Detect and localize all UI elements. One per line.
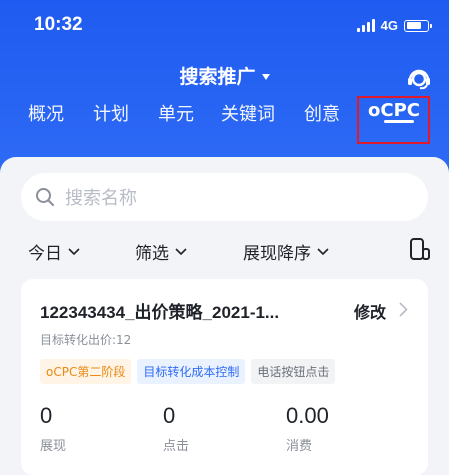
chevron-down-icon [175, 247, 187, 255]
filter-date-label: 今日 [28, 244, 62, 264]
chevron-down-icon [317, 247, 329, 255]
metric-cost: 0.00 消费 [286, 403, 329, 454]
chevron-down-icon [68, 247, 80, 255]
tag-list: oCPC第二阶段 目标转化成本控制 电话按钮点击 [40, 359, 336, 384]
metric-value: 0 [40, 403, 53, 428]
edit-button[interactable]: 修改 [354, 299, 386, 323]
metric-label: 点击 [163, 439, 190, 454]
battery-icon [404, 19, 432, 32]
tab-creative[interactable]: 创意 [304, 100, 340, 126]
metric-impressions: 0 展现 [40, 403, 66, 454]
metric-clicks: 0 点击 [163, 403, 189, 454]
campaign-card[interactable]: 122343434_出价策略_2021-1... 修改 目标转化出价:12 oC… [21, 279, 428, 475]
search-placeholder: 搜索名称 [65, 188, 137, 209]
tag-conversion: 电话按钮点击 [251, 359, 336, 384]
status-bar: 10:32 4G [0, 0, 449, 52]
tag-cost-control: 目标转化成本控制 [137, 359, 246, 384]
metric-label: 消费 [286, 439, 313, 454]
content-panel: 搜索名称 今日 筛选 展现降序 122343434_出价策略_2021-1...… [0, 157, 449, 475]
network-label: 4G [380, 18, 398, 33]
metric-label: 展现 [40, 439, 67, 454]
support-icon[interactable] [405, 64, 433, 92]
metric-value: 0 [163, 403, 176, 428]
page-title[interactable]: 搜索推广 [179, 66, 255, 88]
filter-date[interactable]: 今日 [28, 239, 80, 264]
signal-icon [356, 19, 375, 32]
filter-options-label: 筛选 [135, 244, 169, 264]
title-row[interactable]: 搜索推广 [0, 62, 449, 92]
metric-value: 0.00 [286, 403, 329, 428]
status-indicators: 4G [356, 18, 432, 33]
filter-options[interactable]: 筛选 [135, 239, 187, 264]
filter-row: 今日 筛选 展现降序 [0, 237, 449, 267]
chevron-down-icon[interactable] [261, 73, 270, 80]
tab-overview[interactable]: 概况 [28, 100, 64, 126]
card-title: 122343434_出价策略_2021-1... [40, 303, 280, 322]
filter-sort[interactable]: 展现降序 [243, 239, 329, 264]
tab-unit[interactable]: 单元 [158, 100, 194, 126]
card-subtitle: 目标转化出价:12 [40, 333, 132, 347]
tab-keyword[interactable]: 关键词 [221, 100, 275, 126]
filter-sort-label: 展现降序 [243, 244, 311, 264]
highlight-box [357, 96, 430, 144]
device-icon[interactable] [409, 237, 431, 261]
tag-stage: oCPC第二阶段 [40, 359, 132, 384]
search-input[interactable]: 搜索名称 [21, 173, 428, 221]
tab-plan[interactable]: 计划 [93, 100, 129, 126]
search-icon [36, 188, 54, 206]
status-time: 10:32 [34, 14, 83, 35]
chevron-right-icon[interactable] [399, 302, 408, 317]
